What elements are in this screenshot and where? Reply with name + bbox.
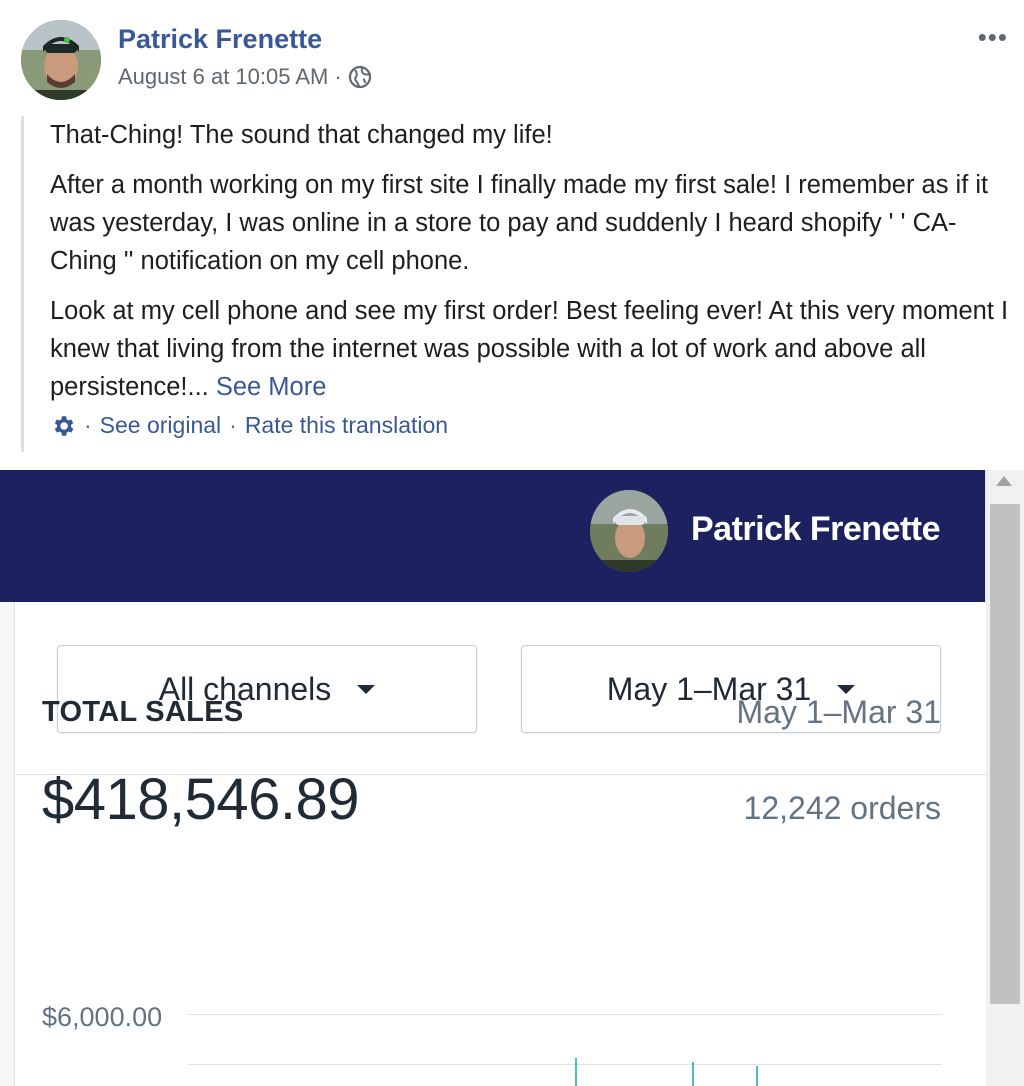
post-meta: August 6 at 10:05 AM · <box>118 64 372 90</box>
scrollbar[interactable] <box>985 470 1024 1086</box>
post-body: That-Ching! The sound that changed my li… <box>21 116 1011 452</box>
more-options-icon[interactable]: ••• <box>978 22 1008 53</box>
total-sales-range: May 1–Mar 31 <box>736 694 941 730</box>
translation-bar: · See original · Rate this translation <box>50 412 1011 439</box>
post-paragraph-text: Look at my cell phone and see my first o… <box>50 297 1009 401</box>
chart-spike <box>692 1062 694 1086</box>
meta-separator: · <box>334 64 342 89</box>
shop-user-name: Patrick Frenette <box>691 510 941 548</box>
chart-spike <box>575 1058 577 1086</box>
total-sales-amount: $418,546.89 <box>42 767 360 832</box>
scroll-up-arrow-icon[interactable] <box>996 476 1012 486</box>
shop-topbar: Patrick Frenette <box>0 470 985 602</box>
author-avatar[interactable] <box>21 20 101 100</box>
chevron-down-icon <box>837 684 856 694</box>
chart-spike <box>756 1066 758 1086</box>
chart-gridline <box>188 1014 942 1015</box>
see-original-link[interactable]: See original <box>100 412 221 439</box>
chart-gridline <box>188 1064 942 1065</box>
translation-separator: · <box>84 412 92 438</box>
shop-user-avatar <box>590 490 668 572</box>
rate-translation-link[interactable]: Rate this translation <box>245 412 448 439</box>
orders-count: 12,242 orders <box>743 790 941 826</box>
chevron-down-icon <box>357 684 376 694</box>
translation-separator: · <box>229 412 237 438</box>
see-more-link[interactable]: See More <box>216 373 327 401</box>
post-paragraph: That-Ching! The sound that changed my li… <box>50 121 553 149</box>
post-image[interactable]: Patrick Frenette All channels May 1–Mar … <box>0 470 1024 1086</box>
scroll-thumb[interactable] <box>990 504 1020 1004</box>
chart-axis-label: $6,000.00 <box>42 1002 163 1032</box>
gear-icon[interactable] <box>50 413 76 439</box>
total-sales-label: TOTAL SALES <box>42 696 244 728</box>
post-timestamp[interactable]: August 6 at 10:05 AM <box>118 64 328 90</box>
post-paragraph: After a month working on my first site I… <box>50 171 989 275</box>
globe-icon[interactable] <box>348 65 372 89</box>
post-paragraph: Look at my cell phone and see my first o… <box>50 292 1011 406</box>
avatar-photo <box>21 20 101 100</box>
author-name[interactable]: Patrick Frenette <box>118 24 322 55</box>
